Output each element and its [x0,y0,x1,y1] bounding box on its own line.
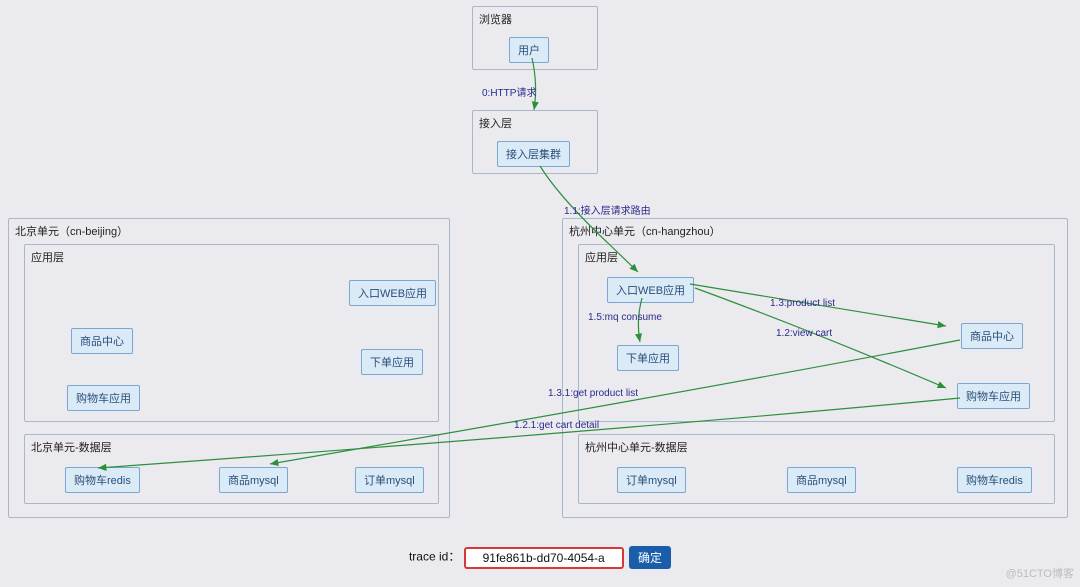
group-label: 北京单元（cn-beijing） [15,223,128,239]
diagram-canvas: 浏览器 用户 接入层 接入层集群 北京单元（cn-beijing） 应用层 入口… [0,0,1080,587]
group-label: 应用层 [31,249,64,265]
edge-label-131: 1.3.1:get product list [548,388,638,399]
node-hz-cart-redis[interactable]: 购物车redis [957,467,1032,493]
confirm-button[interactable]: 确定 [629,546,671,569]
edge-label-121: 1.2.1:get cart detail [514,420,599,431]
group-beijing-data: 北京单元-数据层 购物车redis 商品mysql 订单mysql [24,434,439,504]
node-user[interactable]: 用户 [509,37,549,63]
group-access: 接入层 接入层集群 [472,110,598,174]
node-bj-cart-app[interactable]: 购物车应用 [67,385,140,411]
node-bj-product-center[interactable]: 商品中心 [71,328,133,354]
node-hz-product-mysql[interactable]: 商品mysql [787,467,856,493]
group-label: 接入层 [479,115,512,131]
group-hangzhou-data: 杭州中心单元-数据层 订单mysql 商品mysql 购物车redis [578,434,1055,504]
group-label: 浏览器 [479,11,512,27]
node-hz-order-mysql[interactable]: 订单mysql [617,467,686,493]
node-access-cluster[interactable]: 接入层集群 [497,141,570,167]
node-bj-product-mysql[interactable]: 商品mysql [219,467,288,493]
node-hz-product-center[interactable]: 商品中心 [961,323,1023,349]
group-browser: 浏览器 用户 [472,6,598,70]
group-hangzhou-unit: 杭州中心单元（cn-hangzhou） 应用层 入口WEB应用 下单应用 商品中… [562,218,1068,518]
group-label: 杭州中心单元（cn-hangzhou） [569,223,721,239]
group-label: 应用层 [585,249,618,265]
trace-id-input[interactable]: 91fe861b-dd70-4054-a [464,547,624,569]
group-label: 北京单元-数据层 [31,439,112,455]
edge-label-12: 1.2:view cart [776,328,832,339]
group-beijing-unit: 北京单元（cn-beijing） 应用层 入口WEB应用 商品中心 下单应用 购… [8,218,450,518]
node-bj-cart-redis[interactable]: 购物车redis [65,467,140,493]
edge-label-13: 1.3:product list [770,298,835,309]
node-hz-order-app[interactable]: 下单应用 [617,345,679,371]
edge-label-15: 1.5:mq consume [588,312,662,323]
edge-label-11: 1.1:接入层请求路由 [564,202,651,217]
node-bj-order-mysql[interactable]: 订单mysql [355,467,424,493]
node-bj-web[interactable]: 入口WEB应用 [349,280,436,306]
edge-label-0: 0:HTTP请求 [482,84,536,99]
group-label: 杭州中心单元-数据层 [585,439,688,455]
footer-bar: trace id： 91fe861b-dd70-4054-a 确定 [0,546,1080,569]
node-hz-web[interactable]: 入口WEB应用 [607,277,694,303]
trace-id-label: trace id： [409,550,460,564]
watermark: @51CTO博客 [1006,565,1074,581]
node-hz-cart-app[interactable]: 购物车应用 [957,383,1030,409]
node-bj-order-app[interactable]: 下单应用 [361,349,423,375]
group-beijing-app: 应用层 入口WEB应用 商品中心 下单应用 购物车应用 [24,244,439,422]
